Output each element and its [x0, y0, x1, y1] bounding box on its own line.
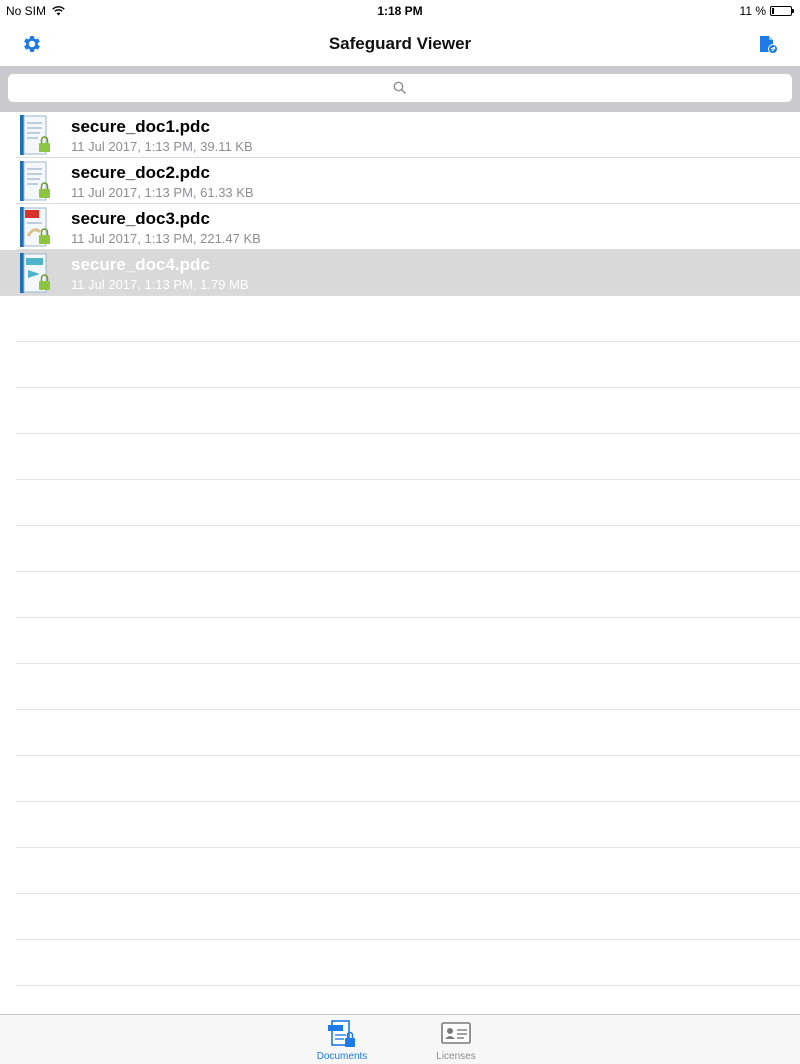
empty-row [16, 526, 800, 572]
document-list: secure_doc1.pdc 11 Jul 2017, 1:13 PM, 39… [0, 112, 800, 1032]
add-document-button[interactable] [755, 31, 781, 57]
tab-bar: Documents Licenses [0, 1014, 800, 1064]
empty-row [16, 710, 800, 756]
empty-row [16, 618, 800, 664]
document-meta: 11 Jul 2017, 1:13 PM, 221.47 KB [71, 231, 261, 246]
locked-doc-icon [20, 161, 50, 201]
search-bar [0, 66, 800, 112]
license-card-icon [441, 1022, 471, 1044]
empty-row [16, 940, 800, 986]
document-meta: 11 Jul 2017, 1:13 PM, 39.11 KB [71, 139, 253, 154]
status-bar: No SIM 1:18 PM 11 % [0, 0, 800, 22]
empty-row [16, 848, 800, 894]
locked-doc-icon [20, 253, 50, 293]
empty-row [16, 664, 800, 710]
status-time: 1:18 PM [377, 4, 423, 18]
tab-licenses[interactable]: Licenses [416, 1017, 496, 1063]
empty-row [16, 894, 800, 940]
document-name: secure_doc2.pdc [71, 163, 210, 182]
document-name: secure_doc3.pdc [71, 209, 210, 228]
tab-label: Documents [316, 1051, 368, 1062]
empty-row [16, 342, 800, 388]
empty-row [16, 434, 800, 480]
navigation-bar: Safeguard Viewer [0, 22, 800, 66]
empty-row [16, 388, 800, 434]
document-name: secure_doc4.pdc [71, 255, 210, 274]
battery-icon [770, 6, 794, 16]
document-meta: 11 Jul 2017, 1:13 PM, 61.33 KB [71, 185, 254, 200]
empty-row [16, 296, 800, 342]
document-name: secure_doc1.pdc [71, 117, 210, 136]
empty-row [16, 802, 800, 848]
empty-row [16, 572, 800, 618]
documents-tab-icon [328, 1020, 355, 1047]
battery-percent: 11 % [739, 4, 766, 18]
document-row[interactable]: secure_doc2.pdc 11 Jul 2017, 1:13 PM, 61… [16, 158, 800, 204]
document-row-selected[interactable]: secure_doc4.pdc 11 Jul 2017, 1:13 PM, 1.… [0, 250, 800, 296]
search-input[interactable] [8, 74, 796, 104]
locked-pdf-icon [20, 207, 50, 247]
status-right: 11 % [739, 4, 794, 18]
battery-fill [772, 8, 774, 14]
empty-row [16, 480, 800, 526]
document-row[interactable]: secure_doc3.pdc 11 Jul 2017, 1:13 PM, 22… [16, 204, 800, 250]
search-field[interactable] [8, 74, 796, 104]
app-screen: No SIM 1:18 PM 11 % Safeguard Viewer sec… [0, 0, 800, 1064]
empty-row [16, 756, 800, 802]
document-meta: 11 Jul 2017, 1:13 PM, 1.79 MB [71, 277, 249, 292]
page-title: Safeguard Viewer [328, 34, 472, 53]
tab-documents[interactable]: Documents [302, 1017, 382, 1063]
locked-doc-icon [20, 115, 50, 155]
document-row[interactable]: secure_doc1.pdc 11 Jul 2017, 1:13 PM, 39… [16, 112, 800, 158]
add-document-icon [760, 36, 778, 54]
tab-label: Licenses [436, 1051, 476, 1062]
